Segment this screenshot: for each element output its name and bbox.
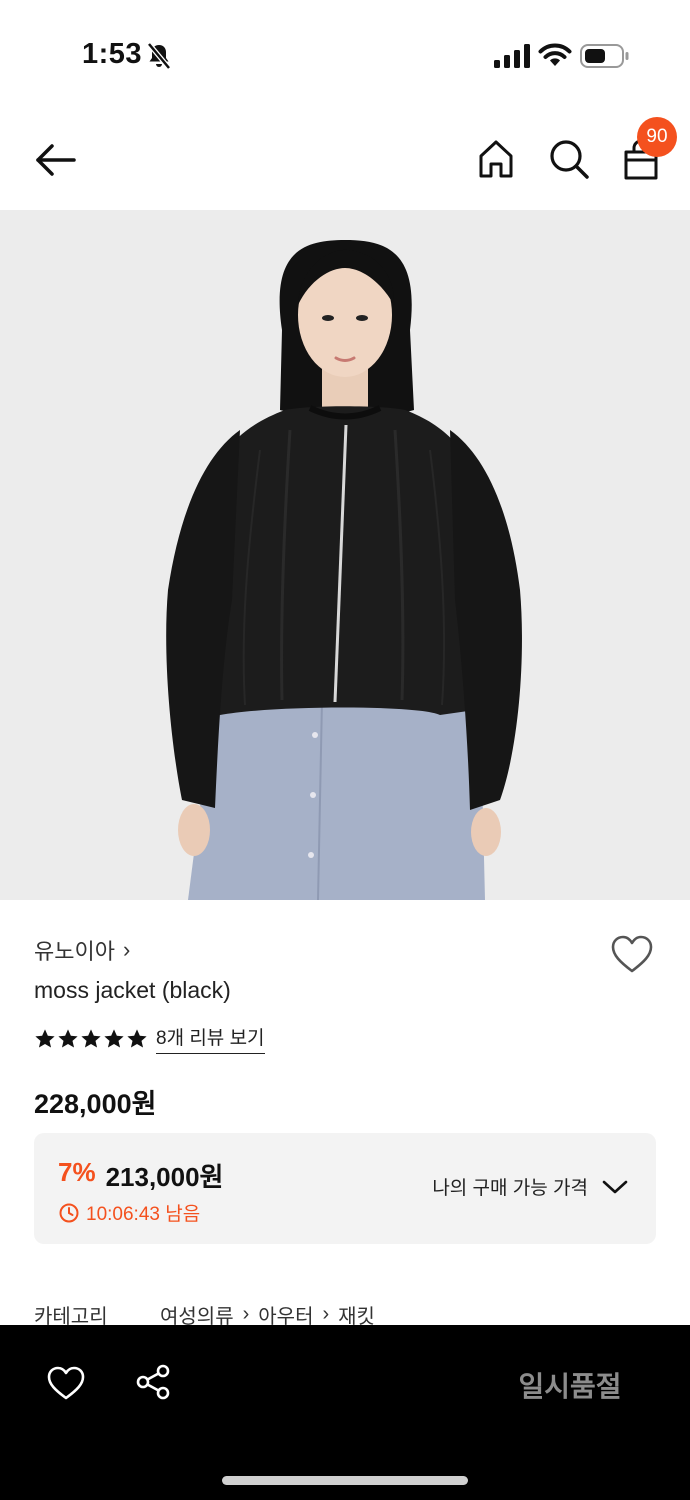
- discount-price-box: 7% 213,000원 10:06:43 남음 나의 구매 가능 가격: [34, 1133, 656, 1244]
- sold-out-button[interactable]: 일시품절: [480, 1363, 660, 1407]
- discount-line: 7% 213,000원: [58, 1157, 223, 1194]
- timer-text: 10:06:43 남음: [86, 1204, 201, 1225]
- chevron-right-icon: ›: [242, 1303, 250, 1325]
- star-icon: [127, 1028, 147, 1048]
- back-arrow-icon[interactable]: [30, 138, 80, 182]
- review-link[interactable]: 8개 리뷰 보기: [156, 1023, 265, 1054]
- top-navigation: [0, 110, 690, 210]
- chevron-down-icon: [602, 1180, 628, 1193]
- wifi-icon: [538, 43, 572, 66]
- timer-line: 10:06:43 남음: [58, 1199, 200, 1226]
- my-price-label: 나의 구매 가능 가격: [432, 1178, 588, 1199]
- heart-icon[interactable]: [610, 934, 654, 974]
- discount-price: 213,000원: [105, 1162, 224, 1192]
- product-image[interactable]: [0, 210, 690, 900]
- bell-muted-icon: [147, 42, 171, 70]
- search-icon[interactable]: [546, 136, 592, 182]
- status-time: 1:53: [82, 38, 143, 70]
- clock-icon: [59, 1203, 79, 1222]
- model-photo-illustration: [0, 210, 690, 900]
- original-price: 228,000원: [34, 1089, 157, 1119]
- star-icon: [104, 1028, 124, 1048]
- chevron-right-icon: ›: [322, 1303, 330, 1325]
- signal-icon: [494, 44, 530, 68]
- star-icon: [35, 1028, 55, 1048]
- battery-icon: [580, 44, 629, 68]
- rating-row: 8개 리뷰 보기: [34, 1023, 265, 1054]
- share-icon[interactable]: [134, 1363, 172, 1401]
- bottom-action-bar: 일시품절: [0, 1325, 690, 1500]
- heart-icon[interactable]: [46, 1365, 86, 1401]
- rating-stars: [34, 1028, 148, 1050]
- star-icon: [81, 1028, 101, 1048]
- status-bar: 1:53: [0, 0, 690, 110]
- my-price-dropdown[interactable]: 나의 구매 가능 가격: [432, 1173, 628, 1200]
- brand-name: 유노이아: [34, 939, 115, 964]
- home-indicator[interactable]: [222, 1476, 468, 1485]
- discount-rate: 7%: [58, 1157, 96, 1187]
- cart-count-badge: 90: [637, 117, 677, 157]
- product-name: moss jacket (black): [34, 977, 231, 1003]
- chevron-right-icon: ›: [122, 937, 131, 962]
- home-icon[interactable]: [474, 136, 518, 182]
- brand-link[interactable]: 유노이아 ›: [34, 934, 130, 966]
- star-icon: [58, 1028, 78, 1048]
